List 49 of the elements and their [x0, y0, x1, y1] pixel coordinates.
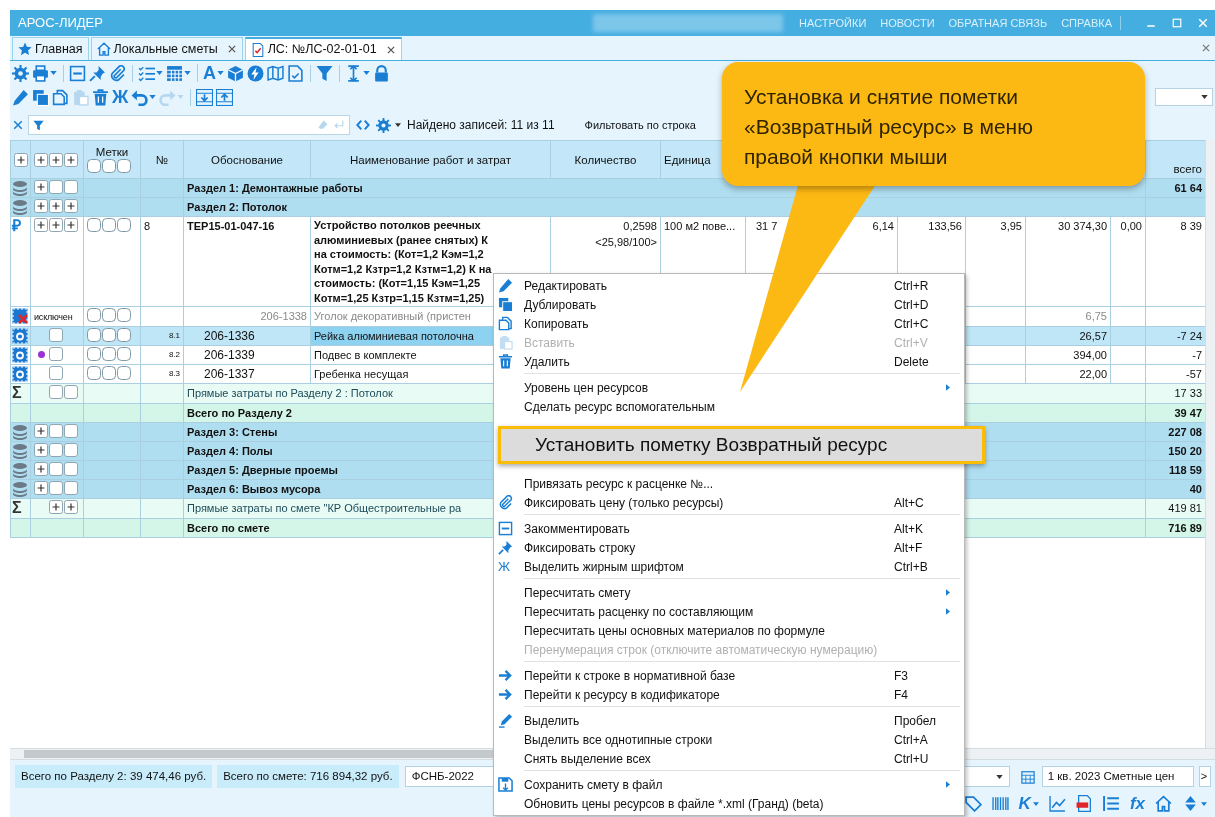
- record-count: Найдено записей: 11 из 11: [407, 117, 555, 134]
- table-cell: 206-1337: [183, 364, 311, 384]
- window-title: АРОС-ЛИДЕР: [18, 14, 103, 33]
- table-cell: 0,00: [1110, 216, 1146, 307]
- sum-icon: Σ: [12, 384, 22, 401]
- shortcut-text: F4: [894, 686, 909, 704]
- table-cell: 206-1339: [183, 345, 311, 365]
- shortcut-text: Alt+K: [894, 520, 924, 538]
- table-cell: Устройство потолков реечных алюминиевых (ранее снятых) К на стоимость: (Кот=1,2 Кэм=1,2 Котм=1,2 Кзтр=1,2 Кзтм=1,2) К на стоимость: (Кот=1,15 Кэм=1,25 Котм=1,25 Кзтр=1,15 Кзтм=1,25): [314, 218, 492, 305]
- table-cell: 8.1: [140, 326, 184, 346]
- table-cell: 6,75: [1025, 306, 1111, 327]
- shortcut-text: F3: [894, 667, 909, 685]
- shortcut-text: Alt+F: [894, 539, 924, 557]
- sum-icon: Σ: [12, 499, 22, 516]
- column-header: всего: [1145, 140, 1206, 179]
- shortcut-text: Ctrl+V: [894, 334, 929, 352]
- table-cell-text: Подвес в комплекте: [314, 348, 417, 363]
- shortcut-text: Ctrl+C: [894, 315, 930, 333]
- table-cell: 206-1336: [183, 326, 311, 346]
- ruble-icon: ₽: [12, 217, 21, 234]
- column-header: Наименование работ и затрат: [310, 140, 551, 179]
- table-cell: 206-1338: [183, 306, 311, 327]
- column-header: Обоснование: [183, 140, 311, 179]
- table-cell: 8.3: [140, 364, 184, 384]
- quantity-value: 0,2598: [622, 219, 657, 234]
- table-cell: 394,00: [1025, 345, 1111, 365]
- shortcut-text: Ctrl+A: [894, 731, 929, 749]
- column-header: №: [140, 140, 184, 179]
- table-cell: ТЕР15-01-047-16: [183, 216, 311, 307]
- table-cell: 8.2: [140, 345, 184, 365]
- bold-icon: Ж: [498, 556, 510, 577]
- callout-bubble: Установка и снятие пометки «Возвратный ресурс» в меню правой кнопки мыши: [722, 62, 1145, 186]
- status-text: Всего по смете: 716 894,32 руб.: [217, 764, 399, 789]
- status-text: Всего по Разделу 2: 39 474,46 руб.: [15, 764, 213, 789]
- table-cell: 8: [140, 216, 184, 307]
- table-cell-text: Рейка алюминиевая потолочна: [314, 329, 474, 344]
- shortcut-text: Ctrl+B: [894, 558, 929, 576]
- table-cell-text: Гребенка несущая: [314, 367, 409, 382]
- column-header: Количество: [550, 140, 661, 179]
- table-cell: 30 374,30: [1025, 216, 1111, 307]
- shortcut-text: Ctrl+U: [894, 750, 930, 768]
- shortcut-text: Пробел: [894, 712, 937, 730]
- column-header: Метки: [94, 146, 130, 159]
- status-text: исключен: [34, 312, 73, 322]
- table-cell-text: Уголок декоративный (пристен: [314, 309, 471, 324]
- filter-label: Фильтовать по строка: [584, 117, 696, 133]
- table-cell: 22,00: [1025, 364, 1111, 384]
- table-cell: 26,57: [1025, 326, 1111, 346]
- quantity-note: <25,98/100>: [594, 235, 657, 250]
